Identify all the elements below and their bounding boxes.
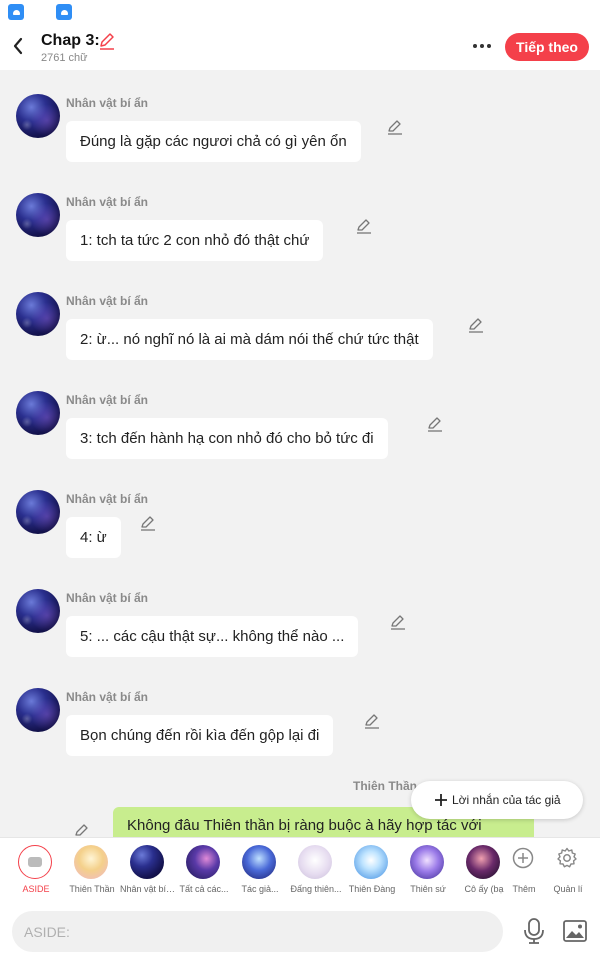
message-bubble[interactable]: 2: ừ... nó nghĩ nó là ai mà dám nói thế …	[66, 319, 433, 360]
character-label: Thiên sứ	[410, 884, 446, 894]
avatar[interactable]	[16, 688, 60, 732]
manage-label: Quản lí	[553, 884, 583, 894]
character-label: Thiên Đàng	[348, 884, 396, 894]
plus-icon	[435, 794, 447, 806]
chapter-title[interactable]: Chap 3:	[41, 32, 100, 50]
character-label: Thiên Thần	[69, 884, 115, 894]
author-note-button[interactable]: Lời nhắn của tác giả	[411, 781, 583, 819]
app-notification-icon	[56, 4, 72, 20]
character-messenger[interactable]: Thiên sứ	[400, 838, 456, 902]
edit-icon[interactable]	[139, 514, 157, 532]
image-icon[interactable]	[561, 917, 589, 945]
character-creator[interactable]: Đấng thiên...	[288, 838, 344, 902]
message-bubble[interactable]: 1: tch ta tức 2 con nhỏ đó thật chứ	[66, 220, 324, 261]
sender-name: Nhân vật bí ẩn	[66, 690, 149, 704]
edit-title-icon[interactable]	[97, 31, 117, 51]
status-bar	[0, 0, 600, 24]
edit-icon[interactable]	[389, 613, 407, 631]
character-thien-than[interactable]: Thiên Thần	[64, 838, 120, 902]
avatar	[410, 845, 444, 879]
message-row: Nhân vật bí ẩn Đúng là gặp các ngươi chả…	[0, 79, 600, 169]
character-heaven[interactable]: Thiên Đàng	[344, 838, 400, 902]
avatar[interactable]	[16, 193, 60, 237]
message-bubble[interactable]: Bọn chúng đến rồi kìa đến gộp lại đi	[66, 715, 334, 756]
edit-icon[interactable]	[386, 118, 404, 136]
sender-name: Nhân vật bí ẩn	[66, 393, 149, 407]
chevron-left-icon	[13, 37, 23, 55]
right-sender-name: Thiên Thần	[353, 779, 417, 793]
message-bubble[interactable]: 5: ... các cậu thật sự... không thể nào …	[66, 616, 359, 657]
microphone-icon[interactable]	[520, 916, 548, 946]
sender-name: Nhân vật bí ẩn	[66, 591, 149, 605]
character-label: ASIDE	[22, 884, 50, 894]
avatar	[186, 845, 220, 879]
gear-icon	[557, 847, 577, 868]
avatar[interactable]	[16, 391, 60, 435]
edit-icon[interactable]	[426, 415, 444, 433]
plus-circle-icon	[512, 847, 534, 869]
character-bar: ASIDE Thiên Thần Nhân vật bí ẩn Tất cả c…	[0, 837, 600, 901]
dot-icon	[487, 44, 491, 48]
character-label: Tất cả các...	[179, 884, 229, 894]
avatar[interactable]	[16, 589, 60, 633]
next-button[interactable]: Tiếp theo	[505, 33, 589, 61]
edit-icon[interactable]	[363, 712, 381, 730]
avatar[interactable]	[16, 292, 60, 336]
message-row: Nhân vật bí ẩn 3: tch đến hành hạ con nh…	[0, 376, 600, 466]
avatar[interactable]	[16, 94, 60, 138]
sender-name: Nhân vật bí ẩn	[66, 96, 149, 110]
character-mystery[interactable]: Nhân vật bí ẩn	[120, 838, 176, 902]
message-row: Nhân vật bí ẩn 1: tch ta tức 2 con nhỏ đ…	[0, 178, 600, 268]
character-aside[interactable]: ASIDE	[8, 838, 64, 902]
message-row: Nhân vật bí ẩn 4: ừ	[0, 475, 600, 565]
message-row: Nhân vật bí ẩn 5: ... các cậu thật sự...…	[0, 574, 600, 664]
message-bubble[interactable]: 4: ừ	[66, 517, 121, 558]
manage-button[interactable]: Quản lí	[540, 838, 596, 902]
edit-icon[interactable]	[467, 316, 485, 334]
message-bubble[interactable]: 3: tch đến hành hạ con nhỏ đó cho bỏ tức…	[66, 418, 388, 459]
character-label: Nhân vật bí ẩn	[120, 884, 176, 894]
avatar[interactable]	[16, 490, 60, 534]
sender-name: Nhân vật bí ẩn	[66, 195, 149, 209]
avatar	[466, 845, 500, 879]
avatar	[130, 845, 164, 879]
avatar	[242, 845, 276, 879]
character-label: Đấng thiên...	[290, 884, 342, 894]
edit-icon[interactable]	[355, 217, 373, 235]
sender-name: Nhân vật bí ẩn	[66, 294, 149, 308]
character-author[interactable]: Tác giả...	[232, 838, 288, 902]
author-note-label: Lời nhắn của tác giả	[452, 793, 561, 807]
top-bar: Chap 3: 2761 chữ Tiếp theo	[0, 24, 600, 70]
sender-name: Nhân vật bí ẩn	[66, 492, 149, 506]
aside-input[interactable]	[12, 911, 503, 952]
word-count: 2761 chữ	[41, 52, 88, 64]
avatar	[354, 845, 388, 879]
character-label: Tác giả...	[241, 884, 279, 894]
avatar	[298, 845, 332, 879]
back-button[interactable]	[6, 32, 30, 60]
message-row: Nhân vật bí ẩn 2: ừ... nó nghĩ nó là ai …	[0, 277, 600, 367]
dot-icon	[480, 44, 484, 48]
input-bar	[0, 901, 600, 960]
chat-area[interactable]: Nhân vật bí ẩn Đúng là gặp các ngươi chả…	[0, 70, 600, 837]
dot-icon	[473, 44, 477, 48]
aside-icon	[18, 845, 52, 879]
more-options-button[interactable]	[468, 36, 496, 56]
app-notification-icon	[8, 4, 24, 20]
avatar	[74, 845, 108, 879]
character-all[interactable]: Tất cả các...	[176, 838, 232, 902]
message-bubble[interactable]: Đúng là gặp các ngươi chả có gì yên ổn	[66, 121, 361, 162]
message-row: Nhân vật bí ẩn Bọn chúng đến rồi kìa đến…	[0, 673, 600, 763]
